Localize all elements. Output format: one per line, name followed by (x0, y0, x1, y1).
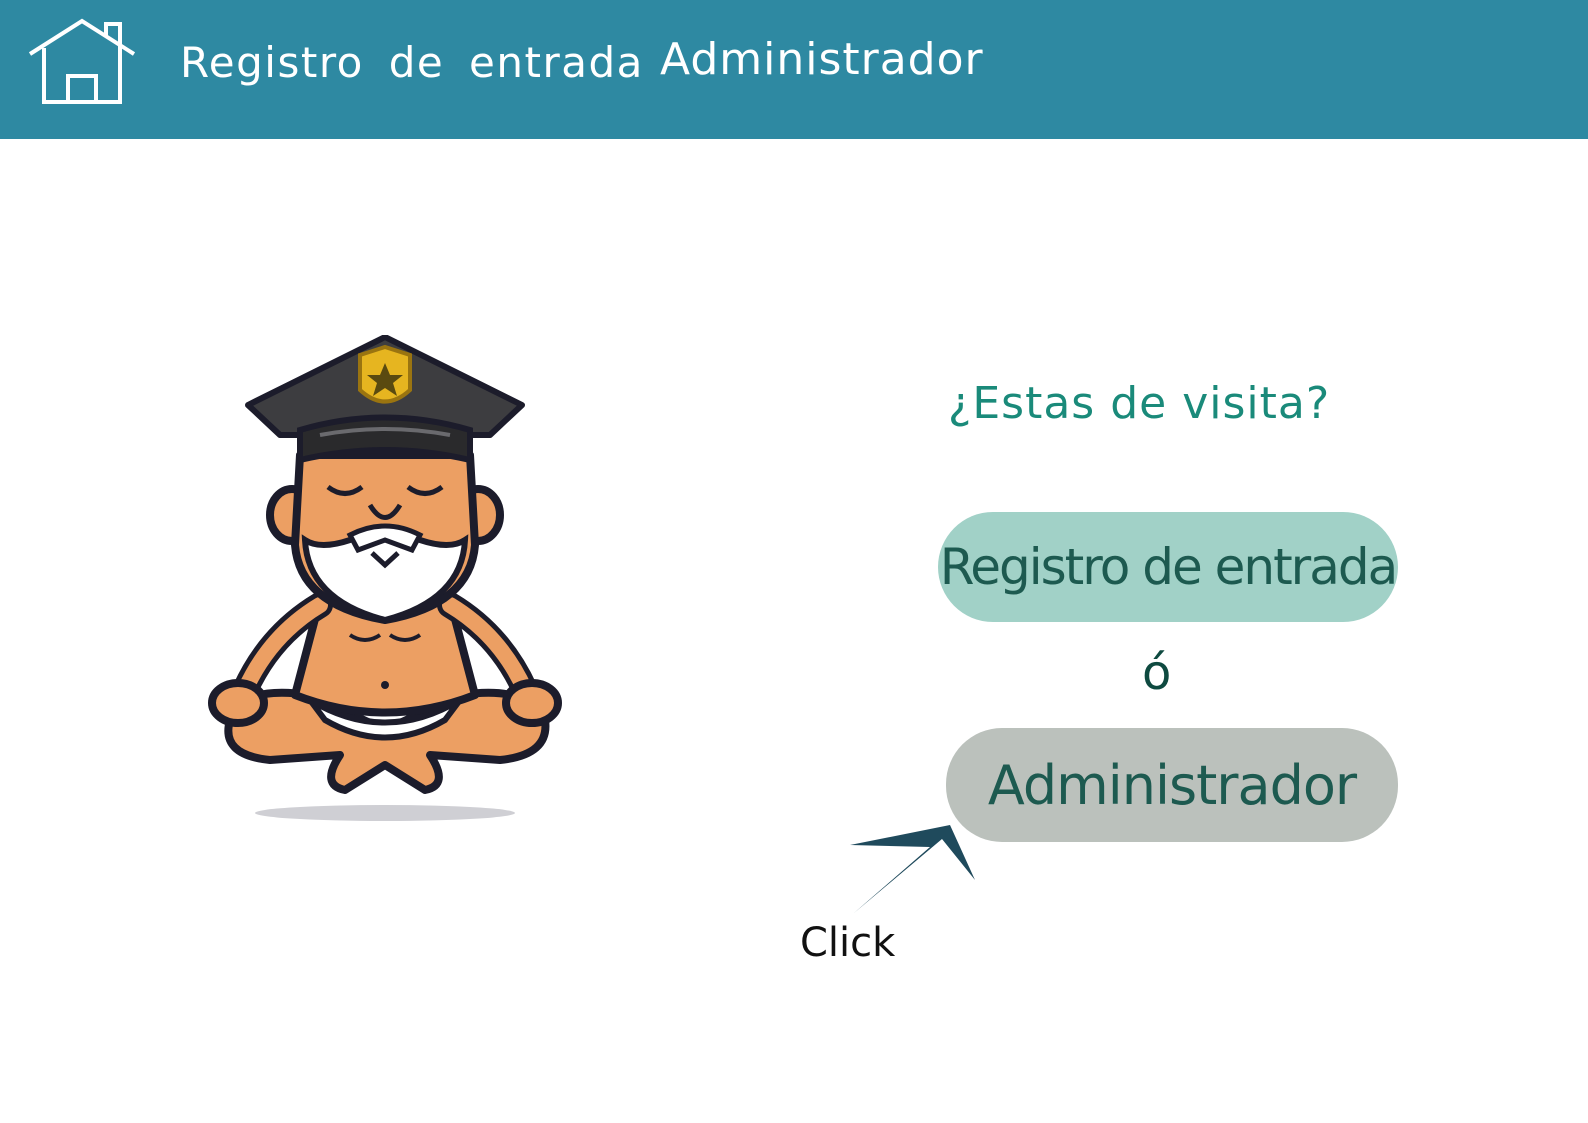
visit-question: ¿Estas de visita? (948, 378, 1331, 429)
arrow-pointer-icon (850, 825, 975, 913)
home-icon[interactable] (28, 18, 136, 106)
top-navigation-bar: Registro de entrada Administrador (0, 0, 1588, 139)
click-hint-label: Click (800, 920, 896, 966)
or-separator: ó (1142, 645, 1172, 701)
meditating-officer-illustration (208, 335, 562, 821)
page: Registro de entrada Administrador ¿Estas… (0, 0, 1588, 1123)
registro-de-entrada-button[interactable]: Registro de entrada (938, 512, 1398, 622)
nav-link-registro[interactable]: Registro de entrada (180, 38, 644, 87)
nav-link-administrador[interactable]: Administrador (660, 34, 984, 85)
administrador-button[interactable]: Administrador (946, 728, 1398, 842)
